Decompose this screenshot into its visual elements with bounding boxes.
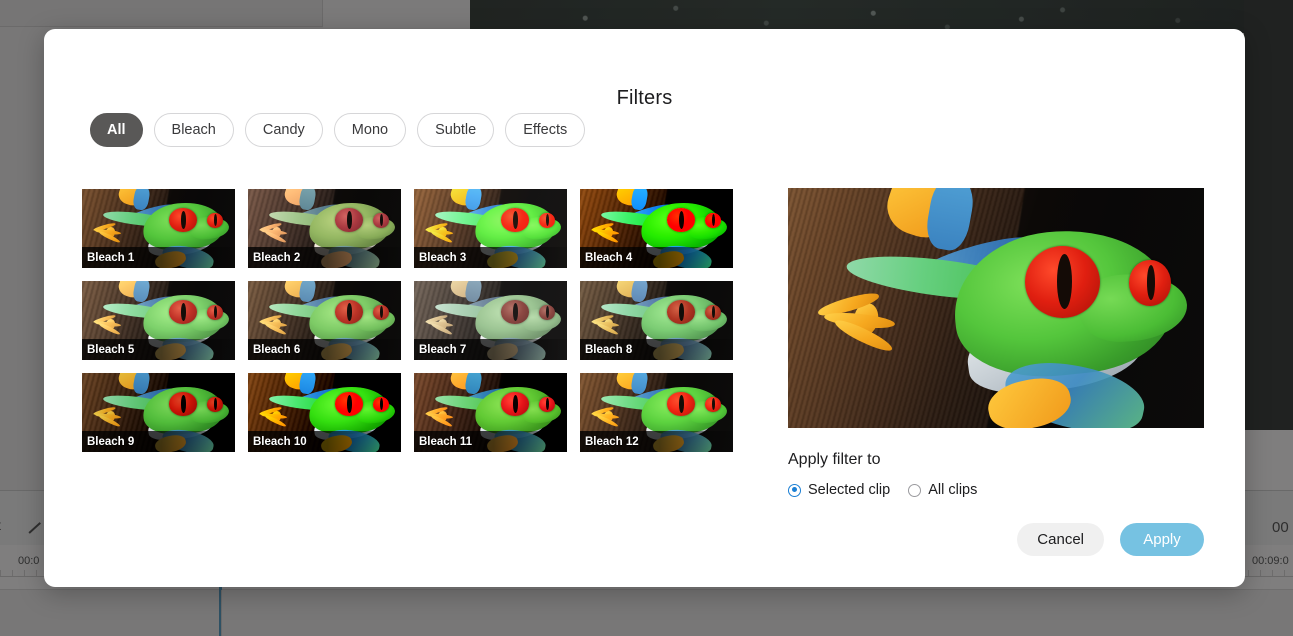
filter-label: Bleach 4	[580, 247, 733, 268]
filter-thumbnail[interactable]: Bleach 4	[580, 189, 733, 268]
filter-thumbnail[interactable]: Bleach 1	[82, 189, 235, 268]
cancel-button[interactable]: Cancel	[1017, 523, 1104, 556]
filter-label: Bleach 5	[82, 339, 235, 360]
filter-preview-pane	[788, 188, 1204, 428]
filter-thumbnail-grid: Bleach 1 Bleach 2 Bleach 3 Bleach 4 Blea…	[82, 189, 762, 452]
radio-all-clips[interactable]: All clips	[908, 482, 977, 498]
chip-candy[interactable]: Candy	[244, 113, 323, 147]
filter-thumbnail[interactable]: Bleach 12	[580, 373, 733, 452]
filters-dialog: Filters All Bleach Candy Mono Subtle Eff…	[44, 29, 1245, 587]
filter-label: Bleach 2	[248, 247, 401, 268]
filter-label: Bleach 10	[248, 431, 401, 452]
filter-thumbnail[interactable]: Bleach 11	[414, 373, 567, 452]
filter-thumbnail[interactable]: Bleach 3	[414, 189, 567, 268]
radio-indicator-icon	[908, 483, 922, 497]
radio-label: All clips	[928, 482, 978, 498]
category-chip-group: All Bleach Candy Mono Subtle Effects	[90, 113, 586, 147]
filter-label: Bleach 3	[414, 247, 567, 268]
radio-selected-clip[interactable]: Selected clip	[788, 482, 890, 498]
chip-mono[interactable]: Mono	[333, 113, 407, 147]
chip-subtle[interactable]: Subtle	[417, 113, 495, 147]
chip-bleach[interactable]: Bleach	[153, 113, 234, 147]
dialog-actions: Cancel Apply	[1017, 523, 1204, 556]
filter-label: Bleach 12	[580, 431, 733, 452]
filter-label: Bleach 8	[580, 339, 733, 360]
screen: t 00:0 00:09:0 00 Filters All Bleach Can…	[0, 0, 1293, 636]
filter-thumbnail[interactable]: Bleach 6	[248, 281, 401, 360]
radio-indicator-icon	[788, 483, 801, 497]
radio-label: Selected clip	[808, 482, 891, 498]
filter-thumbnail[interactable]: Bleach 8	[580, 281, 733, 360]
filter-thumbnail[interactable]: Bleach 5	[82, 281, 235, 360]
filter-label: Bleach 6	[248, 339, 401, 360]
filter-label: Bleach 9	[82, 431, 235, 452]
chip-all[interactable]: All	[90, 113, 143, 147]
filter-label: Bleach 7	[414, 339, 567, 360]
filter-thumbnail[interactable]: Bleach 9	[82, 373, 235, 452]
filter-label: Bleach 1	[82, 247, 235, 268]
apply-scope-radio-group: Selected clip All clips	[788, 482, 977, 498]
page-title: Filters	[616, 87, 673, 109]
filter-thumbnail[interactable]: Bleach 10	[248, 373, 401, 452]
apply-filter-to-label: Apply filter to	[788, 451, 881, 468]
filter-thumbnail[interactable]: Bleach 7	[414, 281, 567, 360]
apply-button[interactable]: Apply	[1120, 523, 1204, 556]
filter-label: Bleach 11	[414, 431, 567, 452]
chip-effects[interactable]: Effects	[505, 113, 586, 147]
filter-thumbnail[interactable]: Bleach 2	[248, 189, 401, 268]
